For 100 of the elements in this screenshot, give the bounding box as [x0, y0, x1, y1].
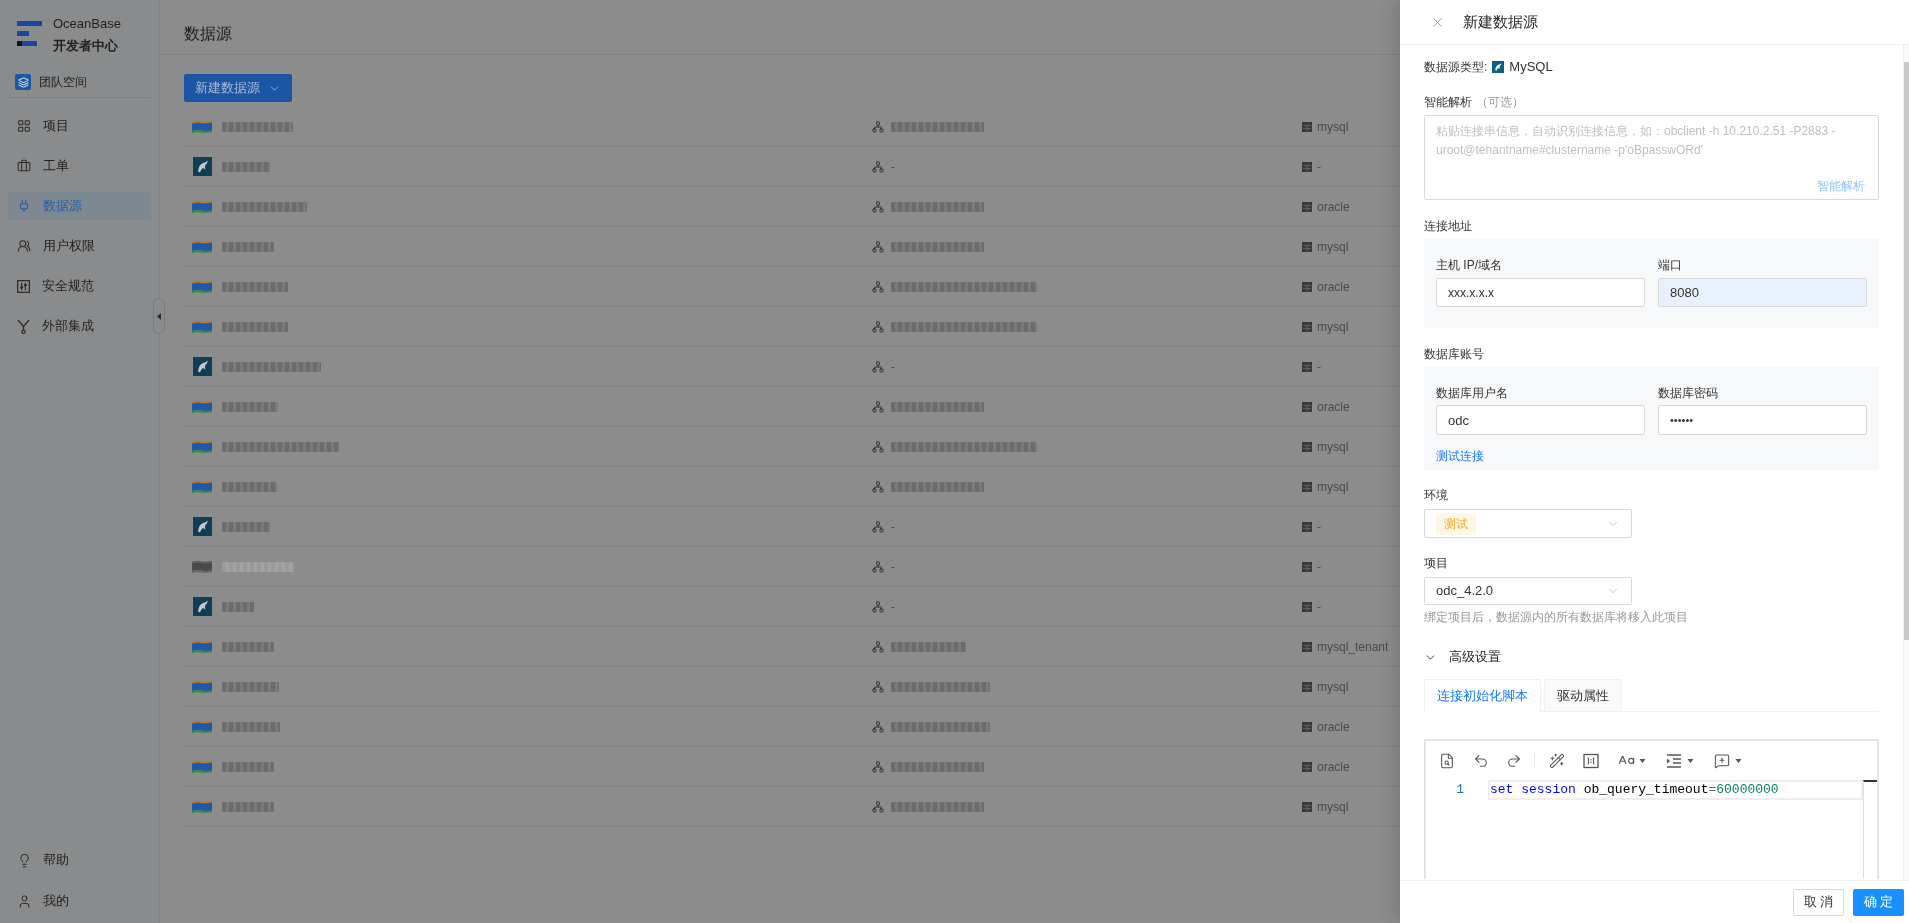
- network-icon: [872, 600, 884, 613]
- type-text: oracle: [1317, 758, 1350, 776]
- network-icon: [872, 760, 884, 773]
- table-icon: [1302, 681, 1312, 692]
- redo-icon[interactable]: [1506, 752, 1522, 769]
- host-text: -: [891, 358, 895, 376]
- brand-name: OceanBase: [53, 16, 121, 32]
- optional-hint: （可选）: [1476, 94, 1524, 111]
- type-value: MySQL: [1509, 58, 1553, 77]
- brand-subtitle: 开发者中心: [53, 38, 119, 54]
- comment-plus-icon[interactable]: [1714, 752, 1730, 769]
- field-label: 数据库密码: [1658, 385, 1718, 402]
- table-icon: [1302, 441, 1312, 452]
- project-select[interactable]: odc_4.2.0: [1424, 577, 1632, 605]
- type-label: 数据源类型:: [1424, 59, 1488, 76]
- table-icon: [1302, 561, 1312, 572]
- field-label: 数据库用户名: [1436, 385, 1508, 402]
- sidebar-nav-item[interactable]: 用户权限: [8, 232, 151, 260]
- network-icon: [872, 480, 884, 493]
- network-icon: [872, 440, 884, 453]
- confirm-button[interactable]: 确 定: [1853, 888, 1904, 916]
- username-input[interactable]: odc: [1436, 405, 1645, 435]
- network-icon: [872, 200, 884, 213]
- network-icon: [872, 720, 884, 733]
- table-icon: [1302, 161, 1312, 172]
- magic-wand-icon[interactable]: [1549, 752, 1565, 769]
- password-input[interactable]: ••••••: [1658, 405, 1867, 435]
- network-icon: [872, 640, 884, 653]
- host-text: -: [891, 518, 895, 536]
- logo-icon: [17, 21, 42, 46]
- cancel-button[interactable]: 取 消: [1793, 888, 1844, 916]
- network-icon: [872, 160, 884, 173]
- type-text: -: [1317, 518, 1321, 536]
- table-icon: [1302, 601, 1312, 612]
- find-icon[interactable]: [1439, 752, 1455, 769]
- type-text: mysql: [1317, 238, 1349, 256]
- type-text: -: [1317, 358, 1321, 376]
- table-icon: [1302, 241, 1312, 252]
- network-icon: [872, 360, 884, 373]
- lightbulb-icon: [17, 852, 32, 868]
- type-text: mysql: [1317, 478, 1349, 496]
- network-icon: [872, 680, 884, 693]
- table-icon: [1302, 121, 1312, 132]
- bracket-box-icon[interactable]: [1583, 752, 1599, 769]
- sidebar-footer-item[interactable]: 我的: [8, 887, 151, 915]
- briefcase-icon: [17, 159, 31, 173]
- page-title: 数据源: [184, 24, 232, 44]
- type-text: -: [1317, 158, 1321, 176]
- sidebar-nav-item[interactable]: 外部集成: [8, 312, 151, 340]
- advanced-settings-toggle[interactable]: 高级设置: [1424, 647, 1501, 667]
- network-icon: [872, 560, 884, 573]
- field-label: 主机 IP/域名: [1436, 257, 1502, 274]
- network-icon: [872, 240, 884, 253]
- field-label: 智能解析: [1424, 94, 1472, 111]
- port-input[interactable]: 8080: [1658, 278, 1867, 307]
- host-text: -: [891, 598, 895, 616]
- collapse-handle[interactable]: [153, 298, 165, 334]
- fork-icon: [17, 318, 30, 334]
- table-icon: [1302, 521, 1312, 532]
- indent-icon[interactable]: [1666, 753, 1682, 768]
- drawer-title: 新建数据源: [1463, 11, 1538, 32]
- tab[interactable]: 驱动属性: [1544, 679, 1622, 712]
- field-label: 端口: [1658, 257, 1682, 274]
- type-text: mysql: [1317, 678, 1349, 696]
- type-text: mysql_tenant: [1317, 638, 1389, 656]
- grid-icon: [17, 119, 31, 133]
- caret-icon: [1639, 758, 1646, 763]
- table-icon: [1302, 721, 1312, 732]
- type-text: -: [1317, 598, 1321, 616]
- caret-icon: [1687, 758, 1694, 763]
- network-icon: [872, 120, 884, 133]
- scrollbar-thumb[interactable]: [1904, 62, 1909, 640]
- table-icon: [1302, 321, 1312, 332]
- sliders-icon: [17, 279, 30, 293]
- sidebar-footer-item[interactable]: 帮助: [8, 846, 151, 874]
- undo-icon[interactable]: [1473, 752, 1489, 769]
- sidebar-nav-item[interactable]: 安全规范: [8, 272, 151, 300]
- host-input[interactable]: xxx.x.x.x: [1436, 278, 1645, 307]
- host-text: -: [891, 158, 895, 176]
- sidebar-nav-item[interactable]: 工单: [8, 152, 151, 180]
- test-connection-link[interactable]: 测试连接: [1436, 446, 1484, 466]
- type-text: oracle: [1317, 718, 1350, 736]
- workspace-switcher[interactable]: 团队空间: [0, 74, 159, 90]
- user-icon: [17, 893, 32, 909]
- tab[interactable]: 连接初始化脚本: [1424, 679, 1541, 712]
- table-icon: [1302, 761, 1312, 772]
- section-label: 数据库账号: [1424, 346, 1484, 363]
- network-icon: [872, 400, 884, 413]
- type-text: mysql: [1317, 318, 1349, 336]
- new-datasource-button[interactable]: 新建数据源: [184, 74, 292, 102]
- sidebar-nav-item[interactable]: 项目: [8, 112, 151, 140]
- type-text: oracle: [1317, 198, 1350, 216]
- type-text: -: [1317, 558, 1321, 576]
- type-text: oracle: [1317, 398, 1350, 416]
- plug-icon: [17, 199, 31, 213]
- table-icon: [1302, 201, 1312, 212]
- network-icon: [872, 280, 884, 293]
- host-text: -: [891, 558, 895, 576]
- layers-icon: [15, 74, 31, 90]
- table-icon: [1302, 401, 1312, 412]
